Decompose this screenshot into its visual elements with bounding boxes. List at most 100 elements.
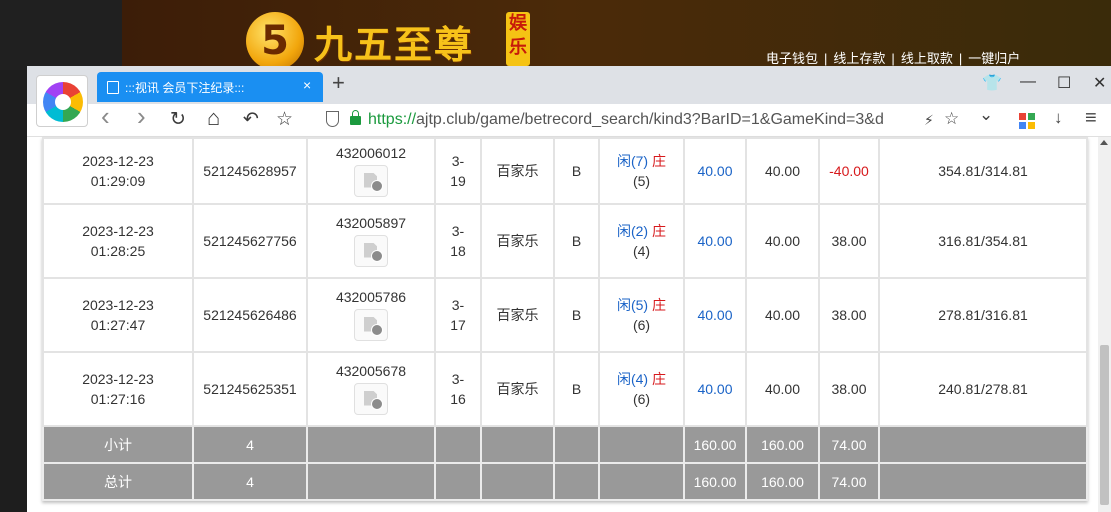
game-type-cell: 百家乐: [480, 137, 555, 205]
bet-content: B: [571, 307, 582, 323]
bookmark-star-icon[interactable]: ☆: [276, 109, 293, 131]
back-icon[interactable]: ‹: [101, 103, 110, 129]
shirt-icon[interactable]: 👕: [982, 73, 1002, 93]
nav-withdraw-link[interactable]: 线上取款: [901, 51, 953, 66]
url-scheme: https://: [368, 111, 417, 128]
table-seat-cell: 3- 18: [434, 203, 482, 279]
new-tab-button[interactable]: +: [332, 71, 345, 95]
subtotal-count: 4: [246, 436, 254, 453]
round-cell: 432005786: [306, 277, 436, 353]
bet-time: 01:27:47: [90, 317, 146, 333]
reload-icon[interactable]: ↻: [170, 109, 186, 131]
win-loss-cell: 38.00: [818, 277, 880, 353]
minimize-button[interactable]: —: [1020, 73, 1036, 91]
nav-separator: |: [824, 51, 828, 66]
player-points: 闲(2): [616, 223, 649, 239]
valid-amount: 40.00: [764, 307, 801, 323]
empty-cell: [553, 425, 600, 464]
lock-icon: [350, 110, 361, 125]
total-amount-cell: 160.00: [683, 462, 747, 501]
subtotal-valid-cell: 160.00: [745, 425, 820, 464]
site-logo-icon: 5: [246, 12, 304, 70]
browser-toolbar: ‹ › ↻ ⌂ ↶ ☆ https://ajtp.club/game/betre…: [27, 103, 1111, 137]
replay-image-icon[interactable]: [354, 382, 388, 415]
balance-cell: 354.81/314.81: [878, 137, 1088, 205]
win-loss: 38.00: [831, 233, 867, 249]
total-result: 74.00: [831, 473, 867, 490]
order-number-cell: 521245626486: [192, 277, 308, 353]
shield-icon[interactable]: [326, 111, 339, 127]
bet-amount-cell: 40.00: [683, 351, 747, 427]
site-logo-badge: 娱乐: [506, 12, 530, 66]
bolt-icon[interactable]: ⚡: [924, 112, 934, 129]
tab-bet-records[interactable]: :::视讯 会员下注纪录::: ×: [97, 72, 323, 102]
bet-time-cell: 2023-12-23 01:27:47: [42, 277, 194, 353]
replay-image-icon[interactable]: [354, 164, 388, 197]
seat-number: 18: [450, 243, 466, 259]
close-window-button[interactable]: ✕: [1093, 73, 1106, 93]
bet-content: B: [571, 163, 582, 179]
player-points: 闲(7): [616, 153, 649, 169]
order-number: 521245626486: [203, 307, 297, 323]
game-type: 百家乐: [496, 233, 539, 249]
download-icon[interactable]: ↓: [1054, 108, 1063, 128]
bet-content-cell: B: [553, 137, 600, 205]
bet-amount: 40.00: [697, 233, 733, 249]
table-row: 2023-12-23 01:27:16 521245625351 432005678 3…: [42, 351, 1088, 427]
url-path: ajtp.club/game/betrecord_search/kind3?Ba…: [416, 111, 884, 128]
seat-prefix: 3-: [451, 153, 465, 169]
balance-before-after: 240.81/278.81: [938, 381, 1028, 397]
nav-consolidate-link[interactable]: 一键归户: [968, 51, 1020, 66]
order-number: 521245627756: [203, 233, 297, 249]
banker-label: 庄: [652, 223, 666, 239]
background-left-panel: [0, 0, 122, 70]
nav-deposit-link[interactable]: 线上存款: [833, 51, 885, 66]
maximize-button[interactable]: ☐: [1057, 73, 1071, 93]
subtotal-row: 小计 4 160.00 160.00 74.00: [42, 425, 1088, 464]
banker-points: (6): [632, 317, 651, 333]
bet-amount: 40.00: [697, 307, 733, 323]
favorite-icon[interactable]: ☆: [944, 109, 959, 129]
total-row: 总计 4 160.00 160.00 74.00: [42, 462, 1088, 501]
home-icon[interactable]: ⌂: [207, 107, 220, 129]
replay-image-icon[interactable]: [354, 308, 388, 341]
table-row: 2023-12-23 01:28:25 521245627756 432005897 3…: [42, 203, 1088, 279]
nav-wallet-link[interactable]: 电子钱包: [766, 51, 818, 66]
banker-points: (5): [632, 173, 651, 189]
banker-points: (6): [632, 391, 651, 407]
subtotal-amount-cell: 160.00: [683, 425, 747, 464]
chevron-down-icon[interactable]: ⌄: [979, 105, 993, 125]
apps-grid-icon[interactable]: [1019, 113, 1035, 129]
subtotal-label-cell: 小计: [42, 425, 194, 464]
menu-icon[interactable]: ≡: [1085, 107, 1097, 130]
address-bar[interactable]: https://ajtp.club/game/betrecord_search/…: [317, 107, 977, 134]
table-seat-cell: 3- 16: [434, 351, 482, 427]
balance-before-after: 316.81/354.81: [938, 233, 1028, 249]
nav-separator: |: [891, 51, 895, 66]
subtotal-result-cell: 74.00: [818, 425, 880, 464]
subtotal-result: 74.00: [831, 436, 867, 453]
bet-content: B: [571, 381, 582, 397]
win-loss: 38.00: [831, 381, 867, 397]
round-cell: 432005897: [306, 203, 436, 279]
order-number: 521245625351: [203, 381, 297, 397]
forward-icon[interactable]: ›: [137, 103, 146, 129]
scroll-up-arrow-icon[interactable]: [1100, 140, 1108, 145]
url-text[interactable]: https://ajtp.club/game/betrecord_search/…: [368, 111, 884, 129]
round-number: 432005678: [335, 362, 407, 379]
scroll-thumb[interactable]: [1100, 345, 1109, 505]
game-type-cell: 百家乐: [480, 277, 555, 353]
replay-image-icon[interactable]: [354, 234, 388, 267]
seat-prefix: 3-: [451, 371, 465, 387]
order-number-cell: 521245625351: [192, 351, 308, 427]
banker-label: 庄: [652, 297, 666, 313]
table-row: 2023-12-23 01:29:09 521245628957 432006012 3…: [42, 137, 1088, 205]
bet-amount: 40.00: [697, 163, 733, 179]
browser-logo-icon[interactable]: [36, 75, 88, 127]
vertical-scrollbar[interactable]: [1098, 137, 1111, 512]
total-amount: 160.00: [693, 473, 737, 490]
seat-prefix: 3-: [451, 223, 465, 239]
page-icon: [107, 81, 119, 94]
tab-close-icon[interactable]: ×: [303, 77, 311, 93]
undo-close-tab-icon[interactable]: ↶: [243, 109, 259, 131]
